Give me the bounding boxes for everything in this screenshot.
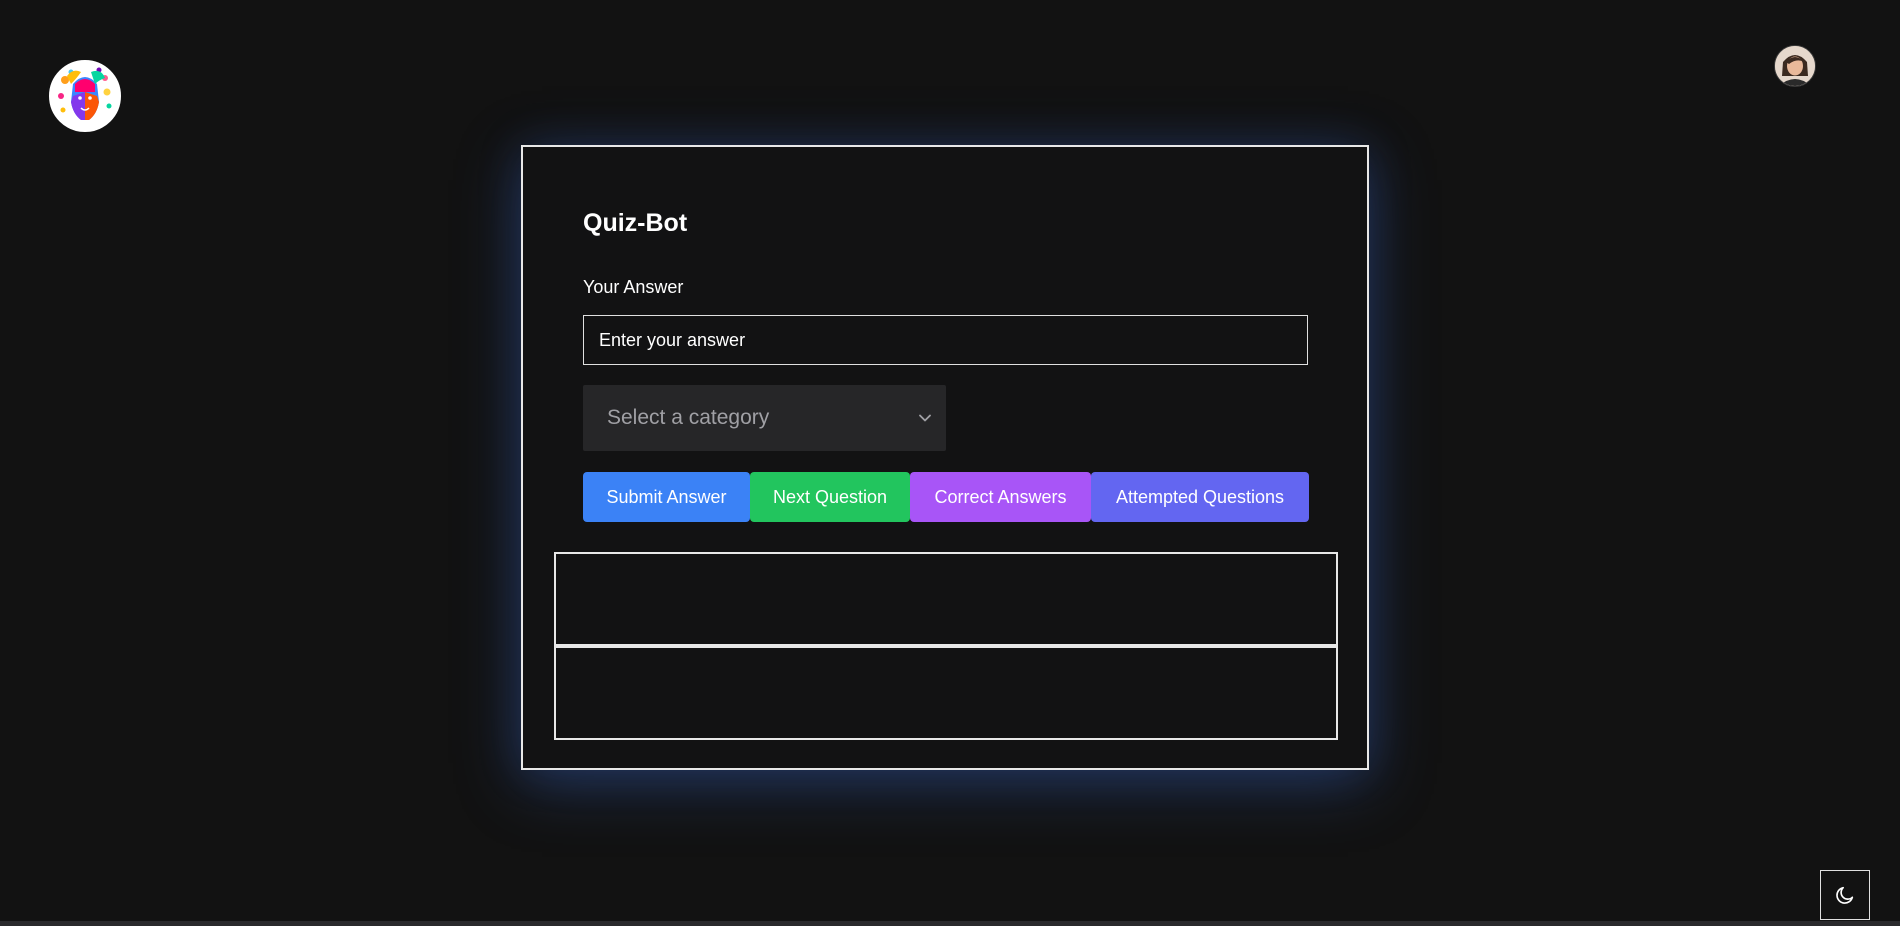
category-select-value: Select a category	[607, 406, 770, 429]
theme-toggle-button[interactable]	[1820, 870, 1870, 920]
feedback-box	[554, 646, 1338, 740]
page-title: Quiz-Bot	[583, 209, 688, 237]
action-buttons: Submit Answer Next Question Correct Answ…	[583, 472, 1309, 522]
app-logo[interactable]	[49, 60, 121, 132]
submit-answer-button[interactable]: Submit Answer	[583, 472, 750, 522]
moon-icon	[1836, 886, 1854, 904]
user-avatar[interactable]	[1774, 45, 1816, 87]
answer-input[interactable]	[583, 315, 1308, 365]
quiz-card: Quiz-Bot Your Answer Select a category S…	[521, 145, 1369, 770]
category-select[interactable]: Select a category	[583, 385, 946, 451]
correct-answers-button[interactable]: Correct Answers	[910, 472, 1091, 522]
page: Quiz-Bot Your Answer Select a category S…	[0, 0, 1900, 926]
colorful-face-logo-icon	[51, 62, 119, 130]
attempted-questions-button[interactable]: Attempted Questions	[1091, 472, 1309, 522]
chevron-down-icon	[918, 411, 932, 425]
user-avatar-icon	[1775, 46, 1815, 86]
next-question-button[interactable]: Next Question	[750, 472, 910, 522]
answer-label: Your Answer	[583, 277, 684, 297]
bottom-divider	[0, 921, 1900, 926]
question-box	[554, 552, 1338, 646]
